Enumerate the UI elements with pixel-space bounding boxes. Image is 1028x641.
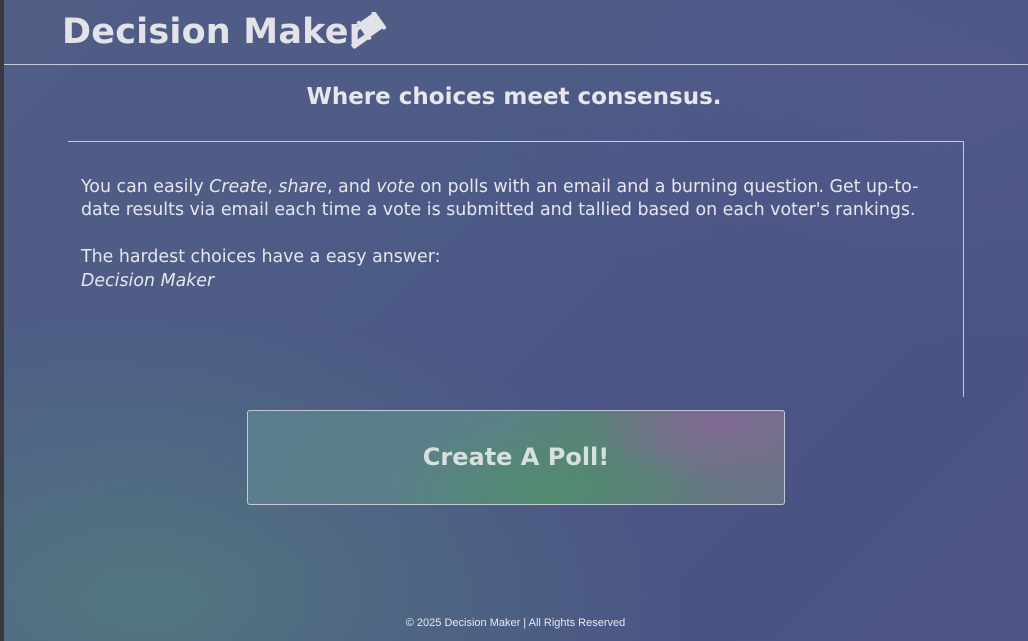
brand-line: Decision Maker [81, 271, 215, 291]
description-create: Create [209, 177, 268, 197]
description-text: You can easily Create, share, and vote o… [81, 176, 953, 222]
footer-copyright: © 2025 Decision Maker | All Rights Reser… [405, 617, 626, 629]
create-poll-button[interactable]: Create A Poll! [247, 410, 785, 505]
site-header: Decision Maker [4, 0, 1028, 65]
description-sep: , [267, 177, 279, 197]
info-panel: You can easily Create, share, and vote o… [68, 141, 964, 397]
hardest-line: The hardest choices have a easy answer: [81, 247, 441, 267]
description-prefix: You can easily [81, 177, 210, 197]
hardest-choices-text: The hardest choices have a easy answer: … [81, 245, 440, 293]
description-vote: vote [376, 177, 415, 197]
app-title: Decision Maker [62, 12, 367, 52]
description-sep: , and [327, 177, 377, 197]
page-tagline: Where choices meet consensus. [306, 84, 722, 110]
gavel-icon [351, 12, 387, 49]
description-share: share [278, 177, 327, 197]
